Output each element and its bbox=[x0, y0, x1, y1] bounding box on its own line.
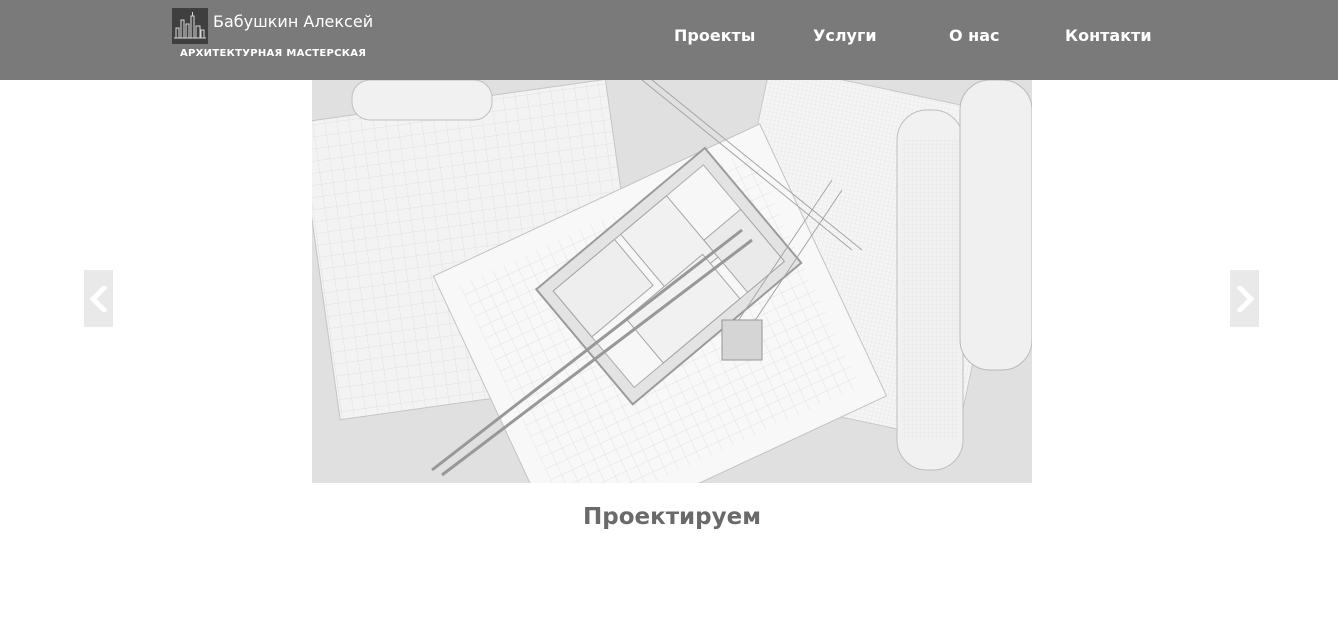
chevron-left-icon bbox=[89, 286, 108, 312]
slide-caption: Проектируем bbox=[582, 504, 762, 530]
nav-item-about[interactable]: О нас bbox=[949, 26, 1000, 45]
brand-logo[interactable]: Бабушкин Алексей АРХИТЕКТУРНАЯ МАСТЕРСКА… bbox=[172, 8, 374, 64]
slider-prev-button[interactable] bbox=[84, 270, 113, 327]
city-skyline-icon bbox=[172, 8, 208, 44]
nav-item-projects[interactable]: Проекты bbox=[674, 26, 755, 45]
slider-next-button[interactable] bbox=[1230, 270, 1259, 327]
blueprint-image bbox=[312, 80, 1032, 483]
brand-subtitle: АРХИТЕКТУРНАЯ МАСТЕРСКАЯ bbox=[180, 48, 367, 59]
nav-item-services[interactable]: Услуги bbox=[813, 26, 877, 45]
nav-item-contacts[interactable]: Контакти bbox=[1065, 26, 1152, 45]
site-header: Бабушкин Алексей АРХИТЕКТУРНАЯ МАСТЕРСКА… bbox=[0, 0, 1338, 80]
slider-image bbox=[312, 80, 1032, 483]
brand-name: Бабушкин Алексей bbox=[213, 12, 374, 31]
chevron-right-icon bbox=[1236, 286, 1255, 312]
